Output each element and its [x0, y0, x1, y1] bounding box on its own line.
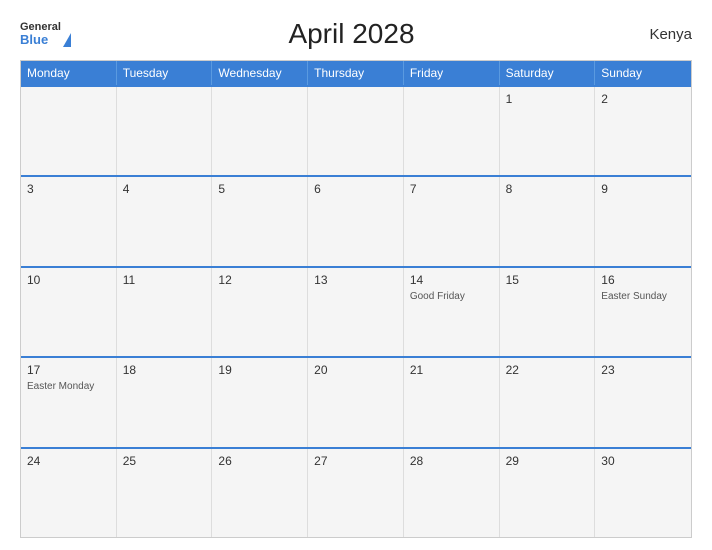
- cell-w3-wed: 12: [212, 268, 308, 356]
- day-num: 18: [123, 363, 206, 377]
- week-row-3: 10 11 12 13 14 Good Friday 15: [21, 266, 691, 356]
- day-num: 2: [601, 92, 685, 106]
- day-num: 15: [506, 273, 589, 287]
- day-num: 4: [123, 182, 206, 196]
- day-num: 17: [27, 363, 110, 377]
- cell-w3-mon: 10: [21, 268, 117, 356]
- header-saturday: Saturday: [500, 61, 596, 85]
- header-tuesday: Tuesday: [117, 61, 213, 85]
- day-num: 14: [410, 273, 493, 287]
- day-num: 21: [410, 363, 493, 377]
- day-num: 24: [27, 454, 110, 468]
- day-event: Easter Sunday: [601, 291, 685, 302]
- week-row-4: 17 Easter Monday 18 19 20 21 22: [21, 356, 691, 446]
- day-event: Easter Monday: [27, 381, 110, 392]
- cell-w4-mon: 17 Easter Monday: [21, 358, 117, 446]
- calendar-body: 1 2 3 4 5 6: [21, 85, 691, 537]
- cell-w2-wed: 5: [212, 177, 308, 265]
- cell-w2-thu: 6: [308, 177, 404, 265]
- day-num: 7: [410, 182, 493, 196]
- cell-w2-mon: 3: [21, 177, 117, 265]
- country-label: Kenya: [632, 26, 692, 43]
- cell-w2-fri: 7: [404, 177, 500, 265]
- day-num: 23: [601, 363, 685, 377]
- cell-w3-fri: 14 Good Friday: [404, 268, 500, 356]
- day-num: 30: [601, 454, 685, 468]
- week-row-2: 3 4 5 6 7 8 9: [21, 175, 691, 265]
- cell-w2-sat: 8: [500, 177, 596, 265]
- cell-w3-sat: 15: [500, 268, 596, 356]
- cell-w5-tue: 25: [117, 449, 213, 537]
- calendar-title: April 2028: [71, 18, 632, 50]
- cell-w4-wed: 19: [212, 358, 308, 446]
- header-wednesday: Wednesday: [212, 61, 308, 85]
- cell-w2-sun: 9: [595, 177, 691, 265]
- day-num: 20: [314, 363, 397, 377]
- day-num: 1: [506, 92, 589, 106]
- cell-w4-fri: 21: [404, 358, 500, 446]
- cell-w5-thu: 27: [308, 449, 404, 537]
- day-num: 5: [218, 182, 301, 196]
- header-monday: Monday: [21, 61, 117, 85]
- logo: General Blue: [20, 21, 71, 47]
- cell-w2-tue: 4: [117, 177, 213, 265]
- day-num: 29: [506, 454, 589, 468]
- cell-w5-mon: 24: [21, 449, 117, 537]
- day-num: 25: [123, 454, 206, 468]
- logo-text: General Blue: [20, 21, 61, 47]
- calendar-header: Monday Tuesday Wednesday Thursday Friday…: [21, 61, 691, 85]
- header-friday: Friday: [404, 61, 500, 85]
- day-num: 28: [410, 454, 493, 468]
- header: General Blue April 2028 Kenya: [20, 18, 692, 50]
- day-num: 13: [314, 273, 397, 287]
- calendar: Monday Tuesday Wednesday Thursday Friday…: [20, 60, 692, 538]
- cell-w3-thu: 13: [308, 268, 404, 356]
- calendar-page: General Blue April 2028 Kenya Monday Tue…: [0, 0, 712, 550]
- day-num: 6: [314, 182, 397, 196]
- header-thursday: Thursday: [308, 61, 404, 85]
- header-sunday: Sunday: [595, 61, 691, 85]
- logo-triangle-icon: [63, 33, 71, 47]
- week-row-5: 24 25 26 27 28 29 30: [21, 447, 691, 537]
- day-num: 9: [601, 182, 685, 196]
- day-num: 26: [218, 454, 301, 468]
- cell-w1-tue: [117, 87, 213, 175]
- cell-w5-sun: 30: [595, 449, 691, 537]
- cell-w5-sat: 29: [500, 449, 596, 537]
- day-num: 8: [506, 182, 589, 196]
- week-row-1: 1 2: [21, 85, 691, 175]
- cell-w3-tue: 11: [117, 268, 213, 356]
- day-num: 22: [506, 363, 589, 377]
- day-num: 27: [314, 454, 397, 468]
- day-num: 3: [27, 182, 110, 196]
- cell-w5-wed: 26: [212, 449, 308, 537]
- day-num: 12: [218, 273, 301, 287]
- cell-w4-thu: 20: [308, 358, 404, 446]
- cell-w4-sun: 23: [595, 358, 691, 446]
- day-num: 11: [123, 273, 206, 287]
- cell-w1-thu: [308, 87, 404, 175]
- cell-w1-mon: [21, 87, 117, 175]
- cell-w3-sun: 16 Easter Sunday: [595, 268, 691, 356]
- cell-w1-sun: 2: [595, 87, 691, 175]
- day-num: 19: [218, 363, 301, 377]
- cell-w1-fri: [404, 87, 500, 175]
- cell-w1-wed: [212, 87, 308, 175]
- cell-w4-tue: 18: [117, 358, 213, 446]
- logo-blue: Blue: [20, 33, 61, 47]
- cell-w4-sat: 22: [500, 358, 596, 446]
- day-event: Good Friday: [410, 291, 493, 302]
- day-num: 16: [601, 273, 685, 287]
- day-num: 10: [27, 273, 110, 287]
- cell-w5-fri: 28: [404, 449, 500, 537]
- cell-w1-sat: 1: [500, 87, 596, 175]
